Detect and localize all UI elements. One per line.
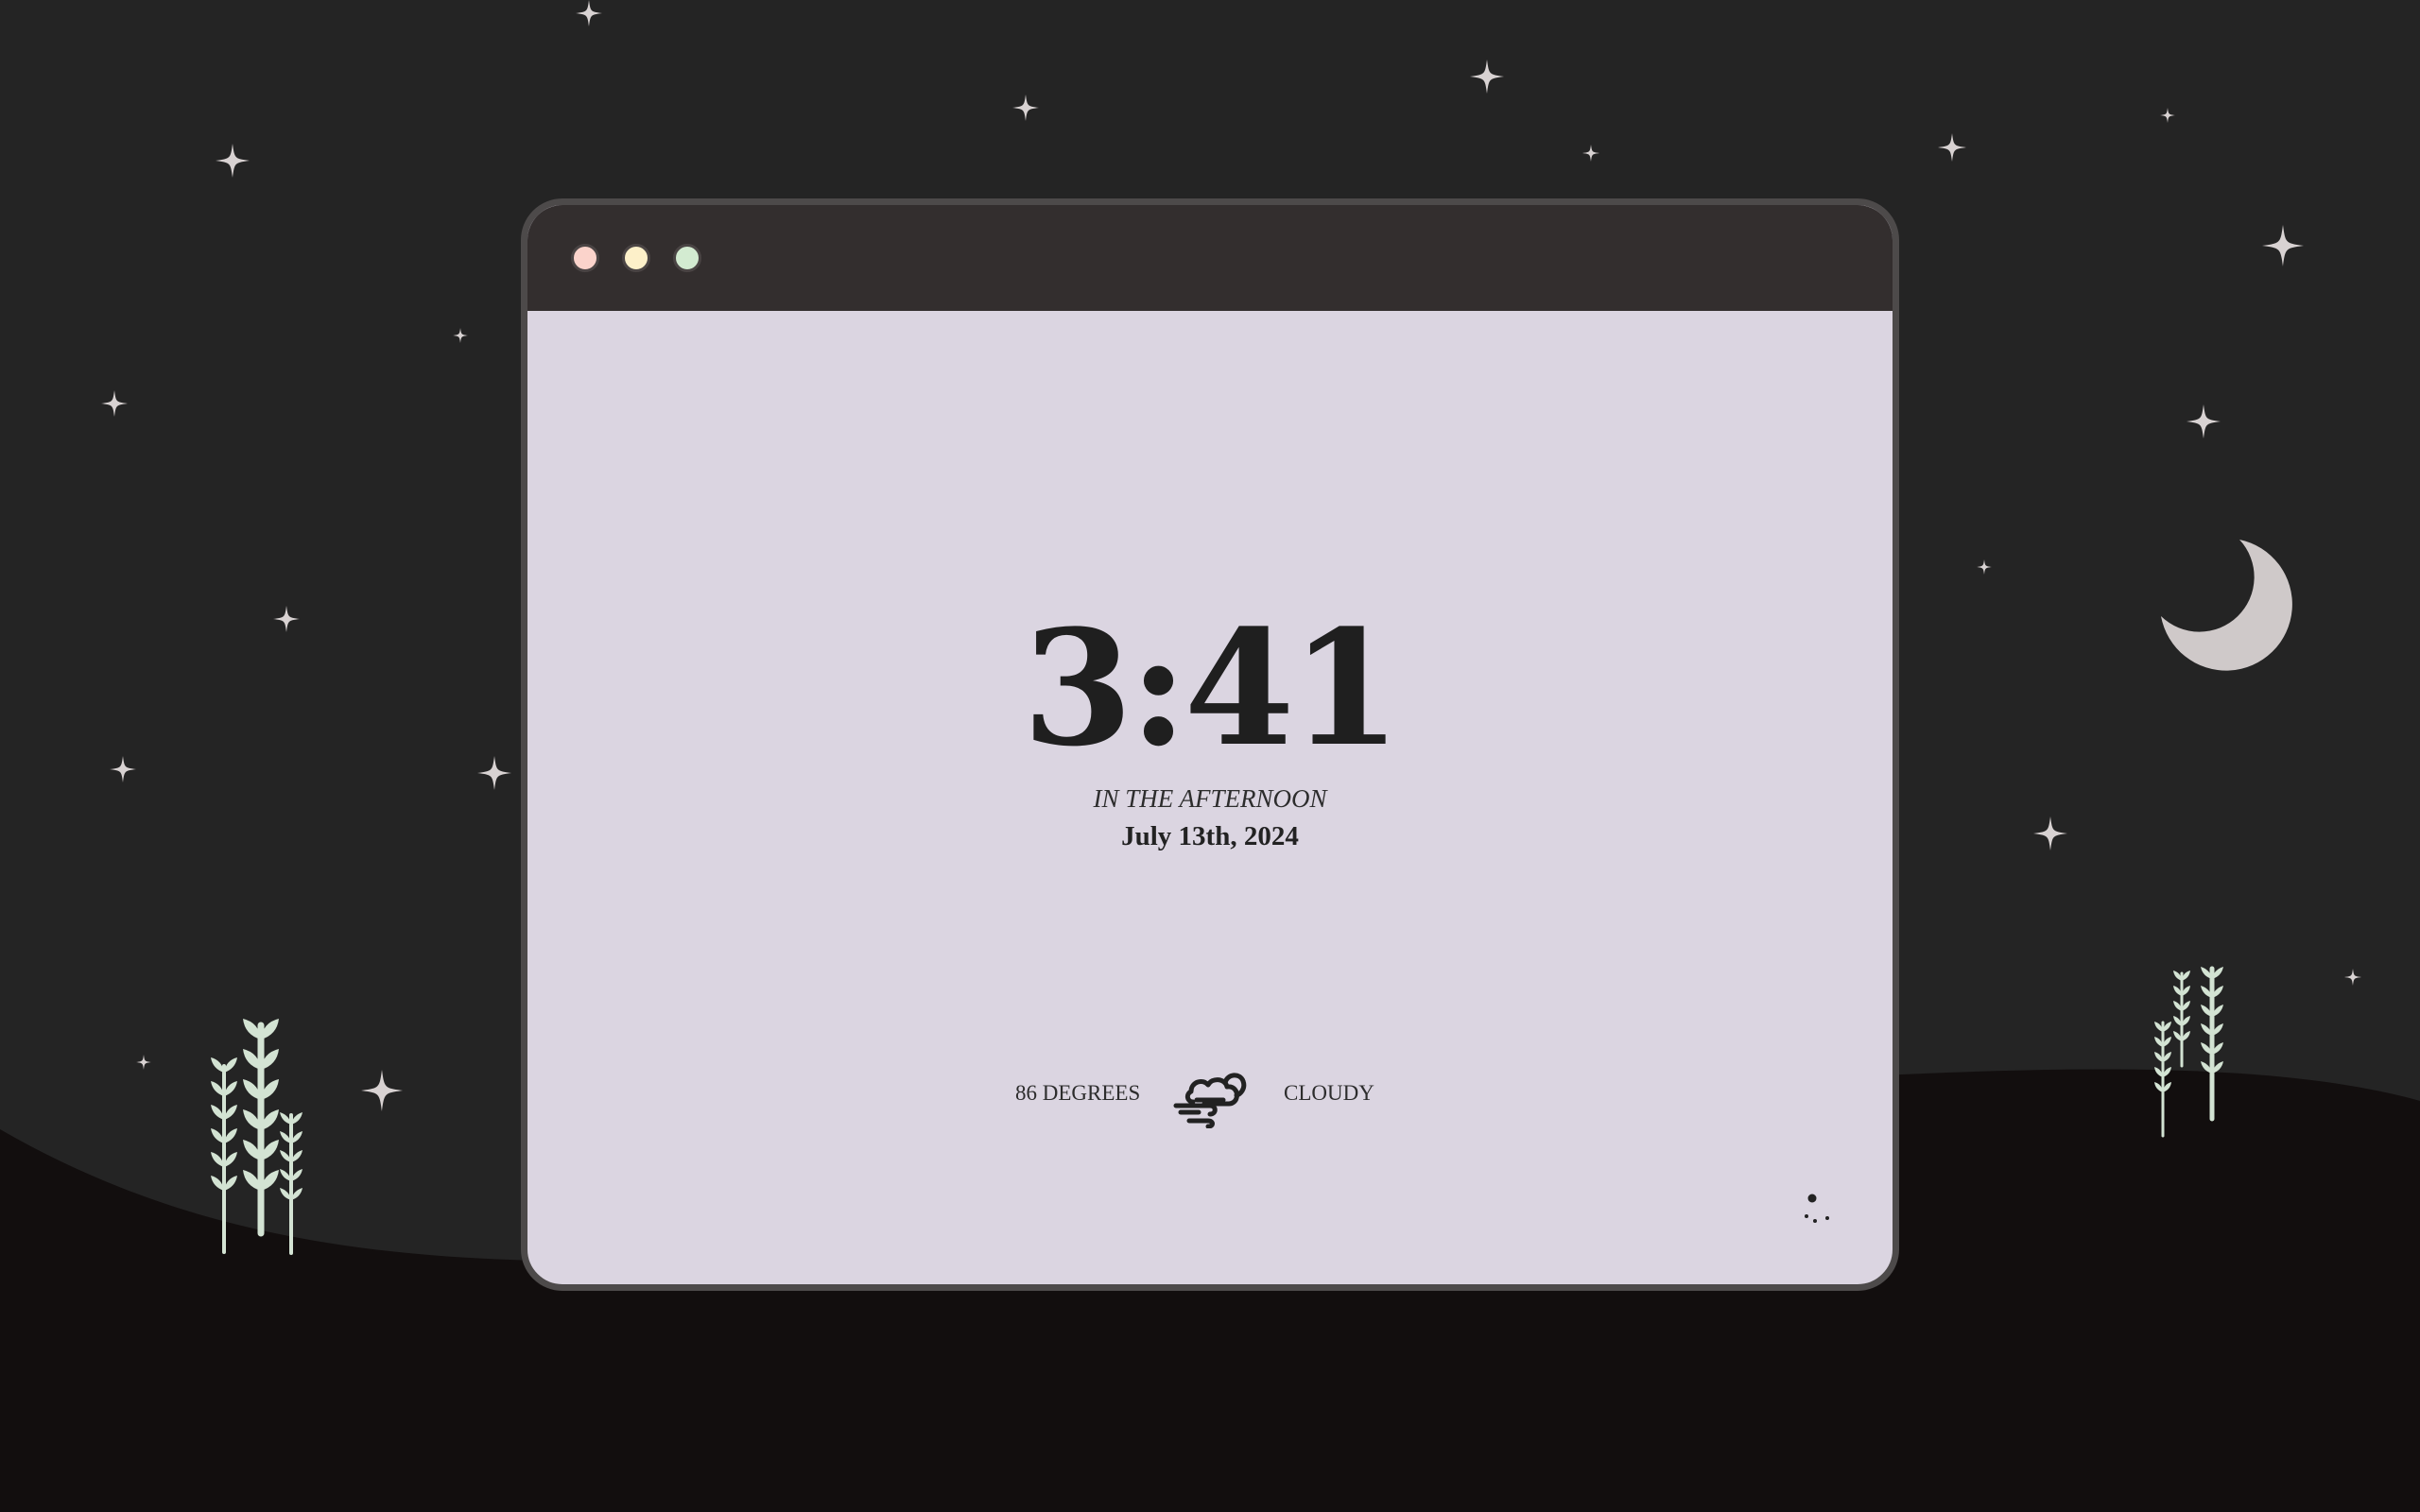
weather-condition: CLOUDY: [1284, 1081, 1374, 1105]
moon-stars-icon[interactable]: [1802, 1188, 1834, 1224]
weather-temperature: 86 DEGREES: [1015, 1081, 1141, 1105]
window-close-button[interactable]: [571, 244, 599, 272]
clock-date: July 13th, 2024: [1121, 821, 1299, 851]
wind-cloud-icon: [1173, 1073, 1247, 1128]
clock-time: 3:41: [1022, 594, 1402, 782]
clock-period: IN THE AFTERNOON: [1093, 784, 1327, 813]
window-maximize-button[interactable]: [673, 244, 701, 272]
window-minimize-button[interactable]: [622, 244, 650, 272]
window-titlebar[interactable]: [527, 205, 1893, 311]
